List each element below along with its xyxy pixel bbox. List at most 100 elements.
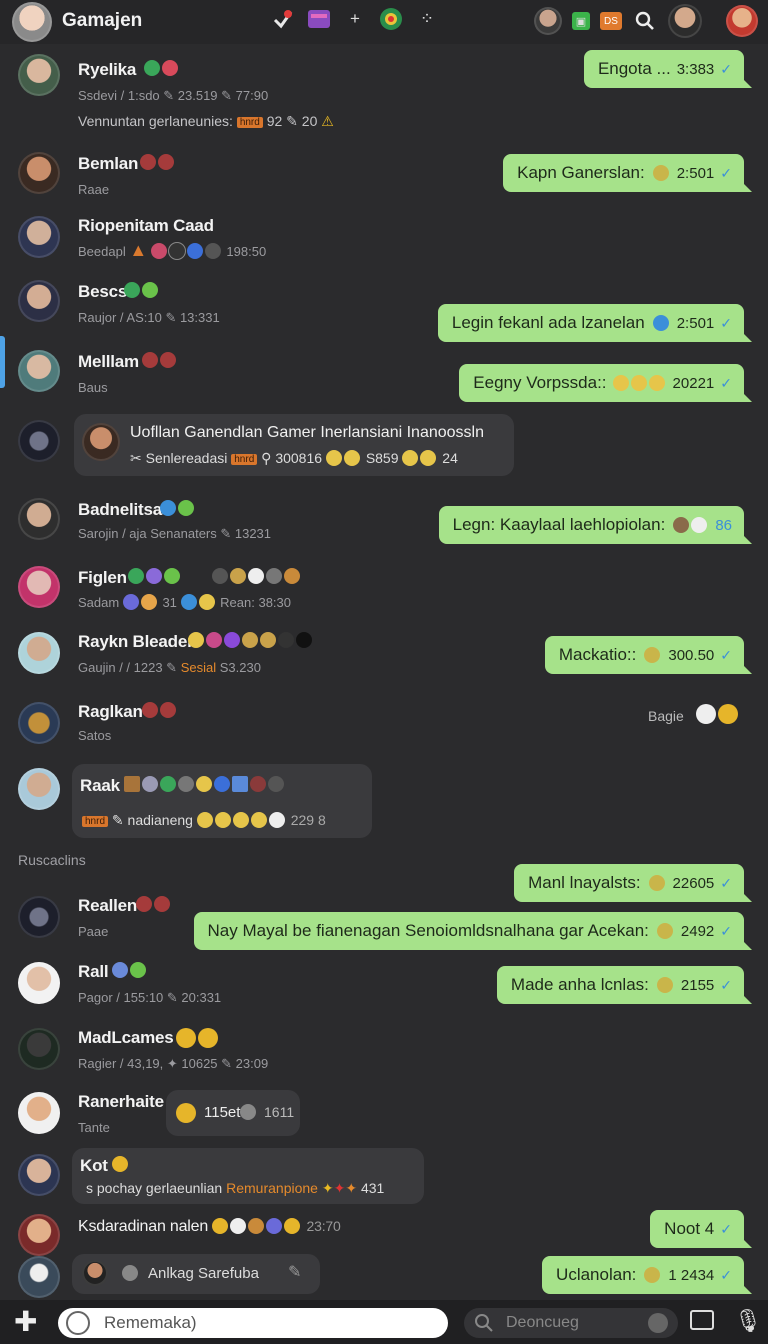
outgoing-message[interactable]: Noot 4 ✓: [650, 1210, 752, 1248]
incoming-card[interactable]: Kot s pochay gerlaeunlian Remuranpione ✦…: [72, 1148, 424, 1204]
emoji-icon: [112, 962, 148, 980]
search-input[interactable]: Deoncueg: [464, 1308, 678, 1338]
messenger-icon[interactable]: [270, 6, 296, 32]
plus-icon[interactable]: +: [342, 6, 368, 32]
chat-subtitle: Beedapl ▲ 198:50: [78, 240, 267, 260]
chat-name: Bescs: [78, 282, 128, 301]
avatar: [18, 768, 60, 810]
emoji-icon: [144, 60, 180, 78]
emoji-icon: [212, 568, 302, 586]
chat-row[interactable]: Bescs Raujor / AS:10 ✎ 13:331 Legin feka…: [0, 280, 768, 342]
avatar: [18, 1256, 60, 1298]
composer-bar: ✚ Rememaka) Deoncueg 🎙: [0, 1300, 768, 1344]
emoji-icon: [188, 632, 314, 650]
outgoing-message[interactable]: Engota ... 3:383 ✓: [583, 50, 753, 88]
outgoing-message[interactable]: Uclanolan: 1 2434 ✓: [542, 1256, 752, 1294]
outgoing-message[interactable]: Legin fekanl ada lzanelan 2:501 ✓: [437, 304, 753, 342]
avatar: [18, 1092, 60, 1134]
dots-icon[interactable]: ⁘: [414, 6, 440, 32]
chat-row[interactable]: Ryelika Ssdevi / 1:sdo ✎ 23.519 ✎ 77:90 …: [0, 50, 768, 140]
avatar: [18, 566, 60, 608]
outgoing-message[interactable]: Nay Mayal be fianenagan Senoiomldsnalhan…: [193, 912, 753, 950]
card-subtitle: ✂ Senlereadasi hnrd ⚲ 300816 S859 24: [130, 450, 458, 466]
contact-avatar-1[interactable]: [534, 7, 562, 35]
incoming-card[interactable]: Uofllan Ganendlan Gamer Inerlansiani Ina…: [74, 414, 514, 476]
chat-subtitle: Ragier / 43,19, ✦ 10625 ✎ 23:09: [78, 1056, 269, 1071]
message-input[interactable]: Rememaka): [58, 1308, 448, 1338]
chat-row[interactable]: Raykn Bleader Gaujin / / 1223 ✎ Sesial S…: [0, 630, 768, 690]
avatar: [18, 420, 60, 462]
outgoing-message[interactable]: Made anha lcnlas: 2155 ✓: [496, 966, 753, 1004]
chat-name: Melllam: [78, 352, 139, 371]
chat-subtitle: hnrd ✎ nadianeng 229 8: [82, 812, 326, 829]
outgoing-message[interactable]: Kapn Ganerslan: 2:501 ✓: [503, 154, 752, 192]
avatar: [18, 350, 60, 392]
chat-row[interactable]: Raglkan Satos Bagie: [0, 698, 768, 758]
emoji-icon: [142, 352, 178, 370]
section-separator: Ruscaclins: [18, 852, 86, 868]
chat-row[interactable]: Melllam Baus Eegny Vorpssda:: 20221 ✓: [0, 348, 768, 408]
badge-orange-icon[interactable]: DS: [600, 12, 622, 30]
chat-name: Ksdaradinan nalen 23:70: [78, 1218, 341, 1235]
chat-row[interactable]: Riopenitam Caad Beedapl ▲ 198:50: [0, 214, 768, 274]
avatar: [18, 896, 60, 938]
chat-row[interactable]: Reallen Paae Manl lnayalsts: 22605 ✓ Nay M…: [0, 864, 768, 950]
chat-row[interactable]: MadLcames Ragier / 43,19, ✦ 10625 ✎ 23:0…: [0, 1026, 768, 1082]
chat-subtitle: Raae: [78, 182, 110, 197]
edit-icon[interactable]: ✎: [288, 1262, 301, 1282]
outgoing-message[interactable]: Legn: Kaaylaal laehlopiolan: 86: [438, 506, 753, 544]
emoji-icon: [124, 776, 286, 794]
chat-subtitle: Raujor / AS:10 ✎ 13:331: [78, 310, 220, 325]
contact-avatar-3[interactable]: [726, 5, 758, 37]
chat-row[interactable]: Ranerhaite Tante 115et 1611: [0, 1090, 768, 1146]
mic-icon[interactable]: 🎙: [734, 1308, 762, 1334]
ball-icon[interactable]: [378, 6, 404, 32]
plus-add-icon[interactable]: ✚: [14, 1308, 37, 1336]
chat-subtitle: Ssdevi / 1:sdo ✎ 23.519 ✎ 77:90: [78, 88, 269, 103]
chat-name: Reallen: [78, 896, 138, 915]
emoji-icon: [142, 702, 178, 720]
chat-row[interactable]: Badnelitsa Sarojin / aja Senanaters ✎ 13…: [0, 496, 768, 556]
sticker-icon[interactable]: [648, 1313, 668, 1333]
chat-subtitle: Pagor / 155:10 ✎ 20:331: [78, 990, 222, 1005]
search-icon[interactable]: [632, 8, 658, 34]
chat-row[interactable]: Uofllan Ganendlan Gamer Inerlansiani Ina…: [0, 412, 768, 482]
emoji-icon: [136, 896, 172, 914]
contact-avatar-2[interactable]: [668, 4, 702, 38]
warning-icon: ⚠: [321, 113, 334, 129]
emoji-icon: [124, 282, 160, 300]
chat-name: Badnelitsa: [78, 500, 162, 519]
chat-row[interactable]: Anlkag Sarefuba ✎ Uclanolan: 1 2434 ✓: [0, 1250, 768, 1300]
screen-icon[interactable]: [690, 1310, 714, 1330]
game-icon[interactable]: [306, 6, 332, 32]
badge-green-icon[interactable]: ▣: [572, 12, 590, 30]
emoji-icon[interactable]: [66, 1311, 90, 1335]
chat-row[interactable]: Rall Pagor / 155:10 ✎ 20:331 Made anha l…: [0, 960, 768, 1016]
emoji-icon: [112, 1156, 130, 1174]
avatar: [18, 152, 60, 194]
chat-subtitle: Baus: [78, 380, 108, 395]
emoji-icon: [176, 1028, 220, 1050]
chat-name: Raak: [80, 776, 120, 795]
chat-name: Figlen: [78, 568, 127, 587]
chat-name: Bemlan: [78, 154, 139, 173]
outgoing-message[interactable]: Eegny Vorpssda:: 20221 ✓: [459, 364, 752, 402]
chat-row[interactable]: Figlen Sadam 31 Rean: 38:30: [0, 564, 768, 624]
profile-avatar[interactable]: [12, 2, 52, 42]
outgoing-message[interactable]: Manl lnayalsts: 22605 ✓: [514, 864, 752, 902]
incoming-message[interactable]: Anlkag Sarefuba ✎: [72, 1254, 320, 1294]
chat-row[interactable]: Kot s pochay gerlaeunlian Remuranpione ✦…: [0, 1148, 768, 1204]
incoming-message[interactable]: 115et 1611: [166, 1090, 300, 1136]
emoji-icon: [240, 1104, 256, 1120]
emoji-icon: [176, 1103, 196, 1123]
app-title: Gamajen: [62, 10, 143, 31]
avatar: [82, 423, 120, 461]
avatar: [18, 54, 60, 96]
avatar: [18, 962, 60, 1004]
outgoing-message[interactable]: Mackatio:: 300.50 ✓: [544, 636, 753, 674]
chat-row[interactable]: Raak hnrd ✎ nadianeng 229 8: [0, 762, 768, 842]
incoming-card[interactable]: Raak hnrd ✎ nadianeng 229 8: [72, 764, 372, 838]
avatar: [18, 702, 60, 744]
chat-row[interactable]: Bemlan Raae Kapn Ganerslan: 2:501 ✓: [0, 150, 768, 210]
search-icon: [475, 1314, 493, 1332]
